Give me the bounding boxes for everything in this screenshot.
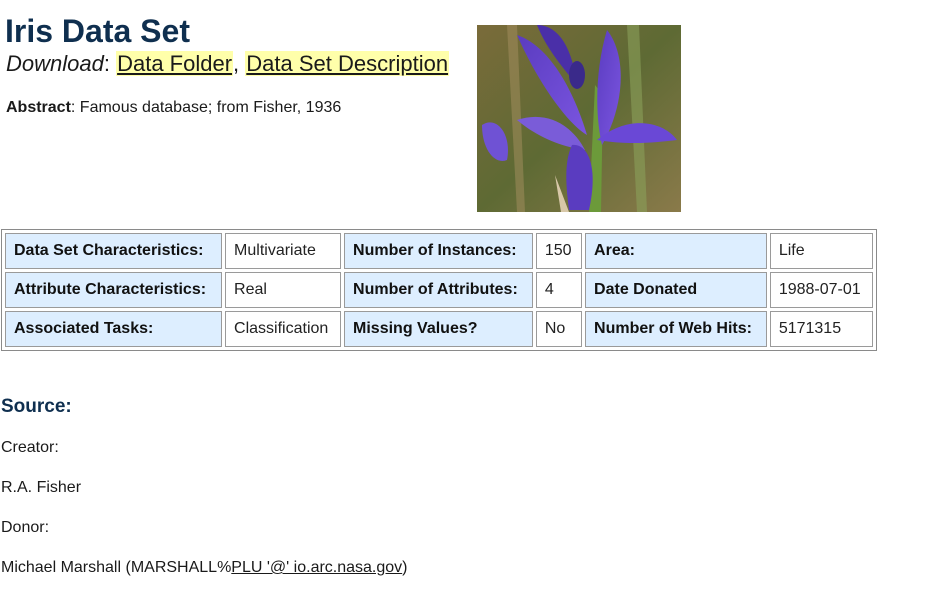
abstract-label: Abstract (6, 99, 71, 116)
creator-label: Creator: (1, 439, 59, 456)
table-label-cell: Data Set Characteristics: (5, 233, 223, 269)
abstract-text: : Famous database; from Fisher, 1936 (70, 99, 342, 116)
page-title: Iris Data Set (5, 13, 190, 49)
table-label-cell: Missing Values? (344, 311, 533, 347)
donor-email-link[interactable]: PLU '@' io.arc.nasa.gov (231, 559, 402, 576)
table-value-cell: Life (769, 233, 873, 269)
table-value-cell: 1988-07-01 (769, 272, 873, 308)
table-value-cell: 150 (535, 233, 583, 269)
table-value-cell: 4 (535, 272, 583, 308)
donor-prefix: Michael Marshall (MARSHALL% (1, 559, 232, 576)
table-value-cell: Real (225, 272, 342, 308)
iris-flower-photo (477, 25, 681, 212)
download-line: Download: Data Folder, Data Set Descript… (6, 50, 450, 78)
iris-flower-image (477, 25, 681, 212)
table-label-cell: Area: (585, 233, 767, 269)
table-value-cell: Multivariate (225, 233, 342, 269)
table-label-cell: Number of Instances: (344, 233, 533, 269)
table-label-cell: Number of Attributes: (344, 272, 533, 308)
table-row: Attribute Characteristics: Real Number of … (5, 272, 873, 308)
table-label-cell: Attribute Characteristics: (5, 272, 223, 308)
table-row: Associated Tasks: Classification Missing V… (5, 311, 873, 347)
donor-line: Michael Marshall (MARSHALL%PLU '@' io.ar… (1, 558, 408, 578)
donor-label: Donor: (1, 519, 50, 536)
table-label-cell: Date Donated (585, 272, 767, 308)
table-value-cell: No (535, 311, 583, 347)
download-separator: : (103, 51, 110, 76)
abstract: Abstract: Famous database; from Fisher, … (6, 98, 341, 118)
source-heading: Source: (1, 396, 72, 417)
table-value-cell: Classification (225, 311, 342, 347)
download-label: Download (6, 51, 104, 76)
link-comma: , (233, 51, 240, 76)
table-label-cell: Number of Web Hits: (585, 311, 767, 347)
table-value-cell: 5171315 (769, 311, 873, 347)
donor-suffix: ) (402, 559, 408, 576)
data-folder-link[interactable]: Data Folder (116, 51, 234, 76)
table-label-cell: Associated Tasks: (5, 311, 223, 347)
creator-name: R.A. Fisher (1, 479, 82, 496)
data-set-description-link[interactable]: Data Set Description (245, 51, 450, 76)
table-row: Data Set Characteristics: Multivariate Num… (5, 233, 873, 269)
data-set-info-table: Data Set Characteristics: Multivariate Num… (1, 229, 877, 351)
